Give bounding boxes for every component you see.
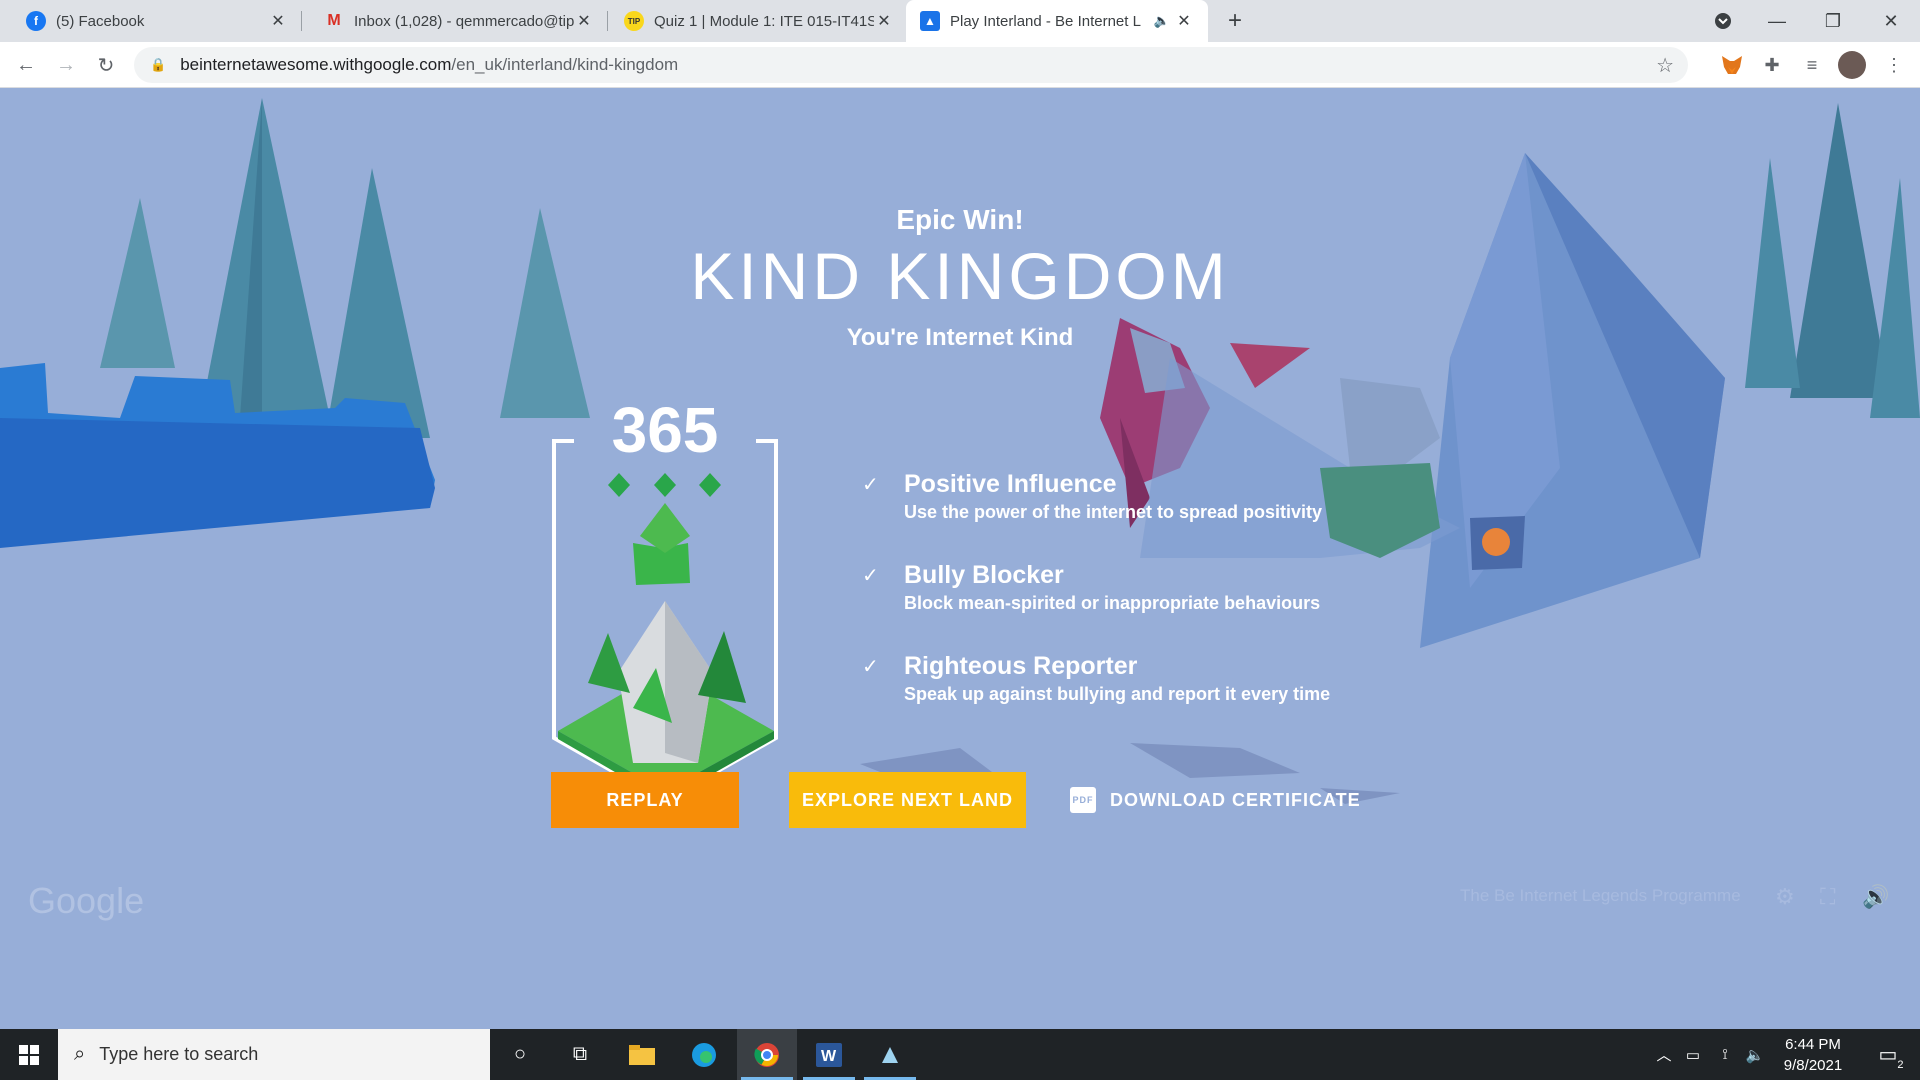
achievement-desc: Speak up against bullying and report it … [904,684,1331,704]
checkmark-icon: ✓ [862,656,879,678]
battery-icon[interactable]: ▭ [1680,1029,1706,1080]
media-queue-icon[interactable]: ≡ [1798,51,1826,79]
restore-icon[interactable]: ❐ [1808,0,1858,42]
wifi-icon[interactable]: ⟟ [1712,1029,1738,1080]
achievement-desc: Use the power of the internet to spread … [904,502,1323,522]
tab-gmail[interactable]: M Inbox (1,028) - qemmercado@tip ✕ [310,0,608,42]
volume-icon[interactable]: 🔈 [1742,1029,1768,1080]
window-close-icon[interactable]: ✕ [1866,0,1916,42]
pdf-icon: PDF [1070,787,1096,813]
fullscreen-icon[interactable]: ⛶ [1820,884,1835,910]
close-icon[interactable]: ✕ [1174,11,1194,31]
tab-facebook[interactable]: f (5) Facebook ✕ [12,0,302,42]
address-bar[interactable]: 🔒 beinternetawesome.withgoogle.com/en_uk… [134,47,1688,83]
clock-time: 6:44 PM [1785,1036,1841,1053]
download-certificate-label: DOWNLOAD CERTIFICATE [1110,789,1361,810]
interland-icon: ▲ [920,11,940,31]
notification-count: 2 [1897,1059,1904,1071]
tray-chevron-up-icon[interactable]: ︿ [1652,1029,1676,1080]
minimize-icon[interactable]: — [1752,0,1802,42]
task-view-icon[interactable]: ⧉ [550,1029,610,1080]
bookmark-star-icon[interactable]: ☆ [1656,53,1674,78]
tab-title: Quiz 1 | Module 1: ITE 015-IT41S [654,12,874,30]
close-icon[interactable]: ✕ [574,11,594,31]
achievement-name: Righteous Reporter [904,652,1138,680]
back-arrow-icon[interactable]: ← [10,49,42,81]
land-title: KIND KINGDOM [690,239,1230,313]
download-certificate-button[interactable]: PDF DOWNLOAD CERTIFICATE [1070,772,1370,828]
windows-start-icon[interactable] [0,1029,58,1080]
explore-next-land-button[interactable]: EXPLORE NEXT LAND [789,772,1026,828]
url-host: beinternetawesome.withgoogle.com [180,55,452,74]
lock-icon[interactable]: 🔒 [150,57,166,73]
replay-button[interactable]: REPLAY [551,772,739,828]
notifications-icon[interactable]: ▭ 2 [1868,1029,1908,1080]
kingdom-badge [552,439,778,803]
profile-avatar[interactable] [1838,51,1866,79]
tab-title: (5) Facebook [56,12,145,30]
tab-search-icon[interactable] [1698,0,1748,42]
clock-date: 9/8/2021 [1783,1057,1843,1074]
new-tab-button[interactable]: + [1220,6,1250,36]
audio-playing-icon[interactable]: 🔈 [1150,11,1174,31]
game-canvas: Epic Win! KIND KINGDOM You're Internet K… [0,88,1920,1029]
epic-win-heading: Epic Win! [896,204,1024,235]
file-explorer-icon[interactable] [612,1029,672,1080]
metamask-fox-icon[interactable] [1718,51,1746,79]
reload-icon[interactable]: ↻ [90,49,122,81]
url-path: /en_uk/interland/kind-kingdom [451,55,679,74]
search-icon: ⌕ [74,1043,86,1065]
sound-icon[interactable]: 🔊 [1862,884,1889,910]
close-icon[interactable]: ✕ [268,11,288,31]
tab-quiz[interactable]: TIP Quiz 1 | Module 1: ITE 015-IT41S ✕ [610,0,908,42]
gem-icon [608,473,630,497]
taskbar-clock[interactable]: 6:44 PM 9/8/2021 [1768,1034,1858,1076]
tab-title: Play Interland - Be Internet L [950,12,1141,30]
tip-icon: TIP [624,11,644,31]
tab-strip: f (5) Facebook ✕ M Inbox (1,028) - qemme… [0,0,1920,42]
settings-gear-icon[interactable]: ⚙ [1775,884,1795,910]
word-icon[interactable]: W [799,1029,859,1080]
search-placeholder: Type here to search [99,1044,259,1064]
google-logo: Google [28,880,145,921]
cortana-icon[interactable]: ○ [490,1029,550,1080]
close-icon[interactable]: ✕ [874,11,894,31]
taskbar-search-box[interactable]: ⌕ Type here to search [58,1029,490,1080]
menu-kebab-icon[interactable]: ⋮ [1880,51,1908,79]
snip-tool-icon[interactable] [860,1029,920,1080]
svg-text:W: W [821,1048,837,1065]
windows-taskbar: ⌕ Type here to search ○ ⧉ W ︿ ▭ ⟟ 🔈 6:44… [0,1029,1920,1080]
chrome-browser-icon[interactable] [737,1029,797,1080]
checkmark-icon: ✓ [862,565,879,587]
facebook-icon: f [26,11,46,31]
gem-icon [654,473,676,497]
achievement-name: Positive Influence [904,470,1117,498]
gem-icon [699,473,721,497]
browser-toolbar: ← → ↻ 🔒 beinternetawesome.withgoogle.com… [0,42,1920,88]
tab-title: Inbox (1,028) - qemmercado@tip [354,12,574,30]
achievement-name: Bully Blocker [904,561,1064,589]
programme-link[interactable]: The Be Internet Legends Programme [1460,886,1741,906]
gmail-icon: M [327,12,341,29]
achievement-desc: Block mean-spirited or inappropriate beh… [904,593,1321,613]
checkmark-icon: ✓ [862,474,879,496]
extensions-puzzle-icon[interactable]: ✚ [1758,51,1786,79]
edge-browser-icon[interactable] [674,1029,734,1080]
subtitle: You're Internet Kind [846,324,1074,351]
forward-arrow-icon[interactable]: → [50,49,82,81]
tab-interland[interactable]: ▲ Play Interland - Be Internet L 🔈 ✕ [906,0,1208,42]
score-value: 365 [611,394,719,466]
